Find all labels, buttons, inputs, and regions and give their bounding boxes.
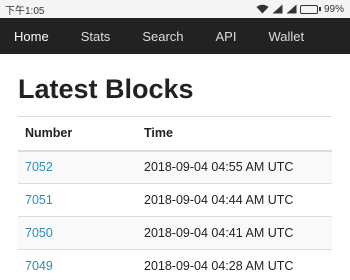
block-number-link[interactable]: 7051 <box>25 193 53 207</box>
table-row: 7050 2018-09-04 04:41 AM UTC <box>18 216 332 250</box>
top-navbar: Home Stats Search API Wallet <box>0 18 350 54</box>
table-row: 7052 2018-09-04 04:55 AM UTC <box>18 150 332 184</box>
block-number-cell: 7052 <box>18 150 137 184</box>
nav-home[interactable]: Home <box>14 29 49 44</box>
nav-search[interactable]: Search <box>142 29 183 44</box>
battery-icon <box>299 4 321 14</box>
block-number-cell: 7050 <box>18 216 137 250</box>
block-number-link[interactable]: 7050 <box>25 226 53 240</box>
page-title: Latest Blocks <box>18 74 194 104</box>
block-time-cell: 2018-09-04 04:28 AM UTC <box>137 249 332 280</box>
block-number-link[interactable]: 7052 <box>25 160 53 174</box>
block-time-cell: 2018-09-04 04:41 AM UTC <box>137 216 332 250</box>
nav-wallet[interactable]: Wallet <box>268 29 304 44</box>
column-header-number: Number <box>18 116 137 152</box>
table-row: 7049 2018-09-04 04:28 AM UTC <box>18 249 332 280</box>
block-time-cell: 2018-09-04 04:55 AM UTC <box>137 150 332 184</box>
signal-icon-2 <box>286 4 297 14</box>
status-time: 下午1:05 <box>5 5 45 17</box>
block-time-cell: 2018-09-04 04:44 AM UTC <box>137 183 332 217</box>
signal-icon <box>272 4 283 14</box>
nav-stats[interactable]: Stats <box>81 29 111 44</box>
block-number-cell: 7049 <box>18 249 137 280</box>
block-number-cell: 7051 <box>18 183 137 217</box>
blocks-table: Number Time 7052 2018-09-04 04:55 AM UTC… <box>18 116 332 280</box>
column-header-time: Time <box>137 116 332 152</box>
table-row: 7051 2018-09-04 04:44 AM UTC <box>18 183 332 217</box>
wifi-icon <box>256 4 269 14</box>
block-number-link[interactable]: 7049 <box>25 259 53 273</box>
status-bar: 下午1:05 99% <box>0 0 350 18</box>
nav-api[interactable]: API <box>216 29 237 44</box>
status-icons: 99% <box>256 4 344 15</box>
main-content: Latest Blocks Number Time 7052 2018-09-0… <box>0 72 350 280</box>
table-header-row: Number Time <box>18 116 332 152</box>
battery-percent: 99% <box>323 3 344 15</box>
